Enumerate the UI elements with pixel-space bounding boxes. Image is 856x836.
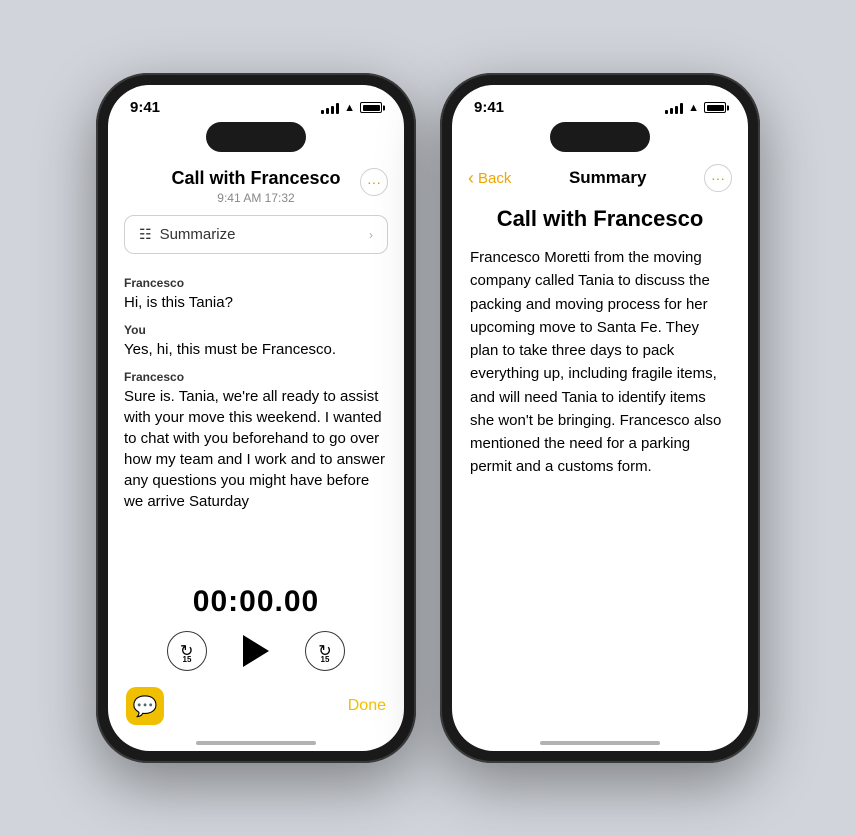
wifi-icon-2: ▲ (688, 102, 699, 114)
summary-text: Francesco Moretti from the moving compan… (470, 246, 730, 479)
status-time-2: 9:41 (474, 99, 504, 116)
status-time-1: 9:41 (130, 99, 160, 116)
status-bar-1: 9:41 ▲ (108, 85, 404, 122)
dynamic-island-2 (550, 122, 650, 152)
summarize-label: Summarize (160, 226, 236, 243)
summary-content: Call with Francesco Francesco Moretti fr… (452, 202, 748, 741)
phone-1-screen: 9:41 ▲ C (108, 85, 404, 751)
phone-1: 9:41 ▲ C (96, 73, 416, 763)
play-button[interactable] (243, 635, 269, 667)
timer-display: 00:00.00 (193, 585, 319, 619)
status-icons-1: ▲ (321, 102, 382, 114)
back-button[interactable]: ‹ Back (468, 168, 511, 189)
transcript-text-3: Sure is. Tania, we're all ready to assis… (124, 386, 388, 512)
speaker-3: Francesco (124, 370, 388, 384)
phone1-content: Call with Francesco 9:41 AM 17:32 ··· ☷ … (108, 160, 404, 741)
back-chevron-icon: ‹ (468, 168, 474, 189)
status-icons-2: ▲ (665, 102, 726, 114)
status-bar-2: 9:41 ▲ (452, 85, 748, 122)
playback-controls: ↺ 15 ↻ 15 (167, 631, 345, 671)
home-indicator-1 (196, 741, 316, 745)
summary-title: Call with Francesco (470, 206, 730, 232)
speaker-1: Francesco (124, 276, 388, 290)
phone-2: 9:41 ▲ (440, 73, 760, 763)
speaker-2: You (124, 323, 388, 337)
battery-icon (360, 102, 382, 113)
summary-nav: ‹ Back Summary ··· (452, 160, 748, 202)
skip-forward-button[interactable]: ↻ 15 (305, 631, 345, 671)
more-options-button-2[interactable]: ··· (704, 164, 732, 192)
call-subtitle: 9:41 AM 17:32 (124, 191, 388, 205)
call-header: Call with Francesco 9:41 AM 17:32 ··· (108, 160, 404, 215)
summarize-icon: ☷ (139, 226, 152, 243)
skip-back-label: 15 (183, 655, 192, 664)
skip-forward-label: 15 (321, 655, 330, 664)
wifi-icon: ▲ (344, 102, 355, 114)
transcript-area: Francesco Hi, is this Tania? You Yes, hi… (108, 266, 404, 573)
transcript-text-1: Hi, is this Tania? (124, 292, 388, 313)
more-options-button-1[interactable]: ··· (360, 168, 388, 196)
done-button[interactable]: Done (348, 697, 386, 715)
signal-icon-2 (665, 102, 683, 114)
skip-back-button[interactable]: ↺ 15 (167, 631, 207, 671)
signal-icon (321, 102, 339, 114)
dynamic-island-1 (206, 122, 306, 152)
summarize-button[interactable]: ☷ Summarize › (124, 215, 388, 254)
phone-2-screen: 9:41 ▲ (452, 85, 748, 751)
chat-icon: 💬 (133, 694, 158, 719)
playback-section: 00:00.00 ↺ 15 ↻ 15 (108, 573, 404, 679)
call-title: Call with Francesco (124, 168, 388, 189)
summarize-chevron-icon: › (369, 228, 373, 242)
phones-container: 9:41 ▲ C (96, 73, 760, 763)
chat-bubble-icon[interactable]: 💬 (126, 687, 164, 725)
battery-icon-2 (704, 102, 726, 113)
summary-nav-title: Summary (569, 168, 646, 188)
back-label: Back (478, 170, 511, 187)
home-indicator-2 (540, 741, 660, 745)
phone2-content: ‹ Back Summary ··· Call with Francesco F… (452, 160, 748, 741)
phone1-footer: 💬 Done (108, 679, 404, 741)
transcript-text-2: Yes, hi, this must be Francesco. (124, 339, 388, 360)
